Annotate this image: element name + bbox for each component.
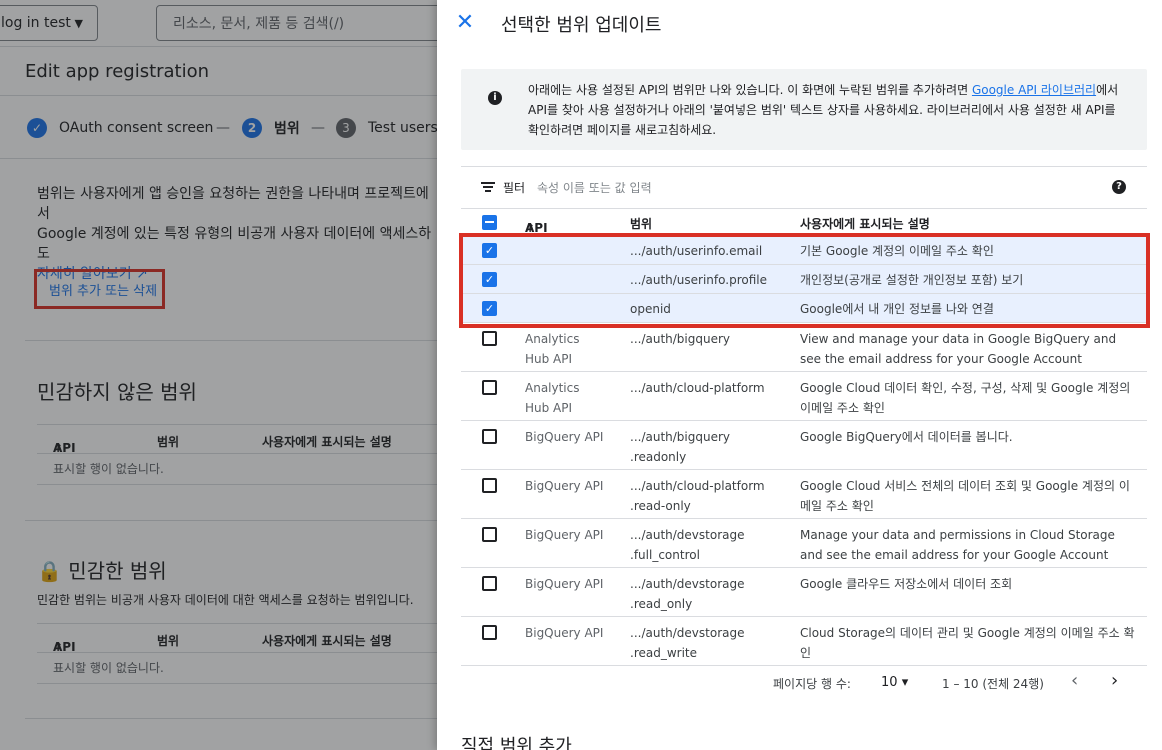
row-checkbox[interactable]: [482, 478, 497, 493]
update-scopes-panel: ✕ 선택한 범위 업데이트 i 아래에는 사용 설정된 API의 범위만 나와 …: [437, 0, 1162, 750]
table-row[interactable]: Analytics Hub API .../auth/cloud-platfor…: [461, 372, 1147, 421]
rows-per-page-select[interactable]: 10 ▾: [881, 675, 908, 690]
cell-desc: View and manage your data in Google BigQ…: [800, 332, 1117, 366]
cell-scope: .../auth/bigquery .readonly: [630, 430, 731, 464]
help-icon[interactable]: ?: [1112, 180, 1126, 194]
cell-scope: .../auth/devstorage .read_write: [630, 626, 745, 660]
cell-desc: Cloud Storage의 데이터 관리 및 Google 계정의 이메일 주…: [800, 626, 1135, 660]
info-icon: i: [488, 91, 502, 105]
cell-api: BigQuery API: [525, 528, 604, 542]
row-checkbox[interactable]: [482, 429, 497, 444]
rows-per-page-label: 페이지당 행 수:: [773, 677, 851, 691]
col-desc: 사용자에게 표시되는 설명: [800, 217, 930, 231]
panel-title: 선택한 범위 업데이트: [501, 15, 662, 36]
cell-desc: Manage your data and permissions in Clou…: [800, 528, 1115, 562]
table-row[interactable]: Analytics Hub API .../auth/bigquery View…: [461, 323, 1147, 372]
cell-api: Analytics Hub API: [525, 332, 580, 366]
cell-api: BigQuery API: [525, 479, 604, 493]
cell-api: BigQuery API: [525, 577, 604, 591]
select-all-checkbox[interactable]: [482, 215, 497, 230]
filter-input[interactable]: 속성 이름 또는 값 입력: [537, 179, 652, 196]
table-row[interactable]: BigQuery API .../auth/bigquery .readonly…: [461, 421, 1147, 470]
filter-icon: [481, 182, 495, 192]
cell-desc: Google 클라우드 저장소에서 데이터 조회: [800, 577, 1013, 591]
table-row[interactable]: BigQuery API .../auth/devstorage .read_w…: [461, 617, 1147, 666]
cell-api: BigQuery API: [525, 626, 604, 640]
filter-bar: 필터 속성 이름 또는 값 입력 ?: [461, 166, 1147, 208]
info-banner: i 아래에는 사용 설정된 API의 범위만 나와 있습니다. 이 화면에 누락…: [461, 69, 1147, 150]
cell-api: BigQuery API: [525, 430, 604, 444]
cell-api: Analytics Hub API: [525, 381, 580, 415]
row-checkbox[interactable]: [482, 331, 497, 346]
row-checkbox[interactable]: [482, 625, 497, 640]
chevron-right-icon[interactable]: ›: [1111, 670, 1118, 691]
page-range: 1 – 10 (전체 24행): [942, 677, 1044, 691]
close-icon[interactable]: ✕: [454, 12, 476, 34]
pagination: 페이지당 행 수: 10 ▾ 1 – 10 (전체 24행) ‹ ›: [461, 666, 1147, 700]
filter-label: 필터: [503, 181, 526, 195]
dropdown-caret-icon: ▾: [901, 675, 909, 690]
manual-scopes-title: 직접 범위 추가: [461, 736, 572, 750]
cell-scope: .../auth/devstorage .full_control: [630, 528, 745, 562]
table-row[interactable]: BigQuery API .../auth/devstorage .read_o…: [461, 568, 1147, 617]
col-scope: 범위: [630, 217, 653, 231]
cell-desc: Google Cloud 데이터 확인, 수정, 구성, 삭제 및 Google…: [800, 381, 1131, 415]
row-checkbox[interactable]: [482, 576, 497, 591]
table-row[interactable]: BigQuery API .../auth/cloud-platform .re…: [461, 470, 1147, 519]
cell-desc: Google Cloud 서비스 전체의 데이터 조회 및 Google 계정의…: [800, 479, 1130, 513]
cell-scope: .../auth/cloud-platform .read-only: [630, 479, 765, 513]
table-row[interactable]: BigQuery API .../auth/devstorage .full_c…: [461, 519, 1147, 568]
row-checkbox[interactable]: [482, 380, 497, 395]
selected-rows-highlight: [459, 233, 1150, 328]
cell-scope: .../auth/bigquery: [630, 332, 731, 346]
table-header: API ↑ 범위 사용자에게 표시되는 설명: [461, 208, 1147, 236]
chevron-left-icon[interactable]: ‹: [1071, 670, 1078, 691]
cell-scope: .../auth/cloud-platform: [630, 381, 765, 395]
api-library-link[interactable]: Google API 라이브러리: [972, 83, 1096, 97]
row-checkbox[interactable]: [482, 527, 497, 542]
cell-scope: .../auth/devstorage .read_only: [630, 577, 745, 611]
cell-desc: Google BigQuery에서 데이터를 봅니다.: [800, 430, 1013, 444]
info-text: 아래에는 사용 설정된 API의 범위만 나와 있습니다. 이 화면에 누락된 …: [528, 83, 1119, 137]
